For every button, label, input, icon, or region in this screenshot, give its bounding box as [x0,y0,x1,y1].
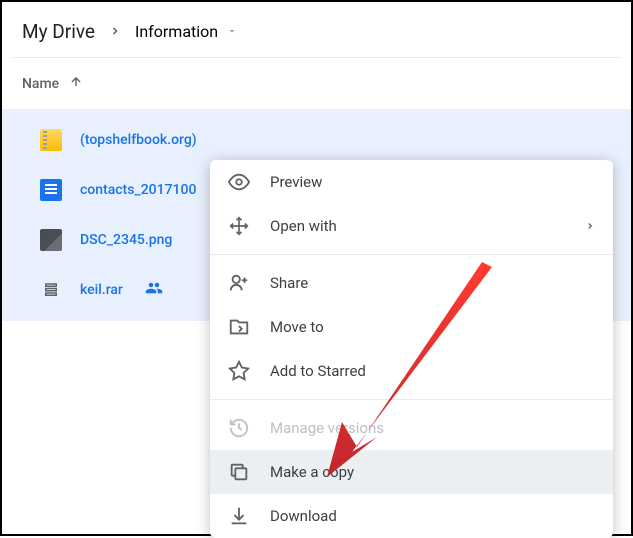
menu-label: Move to [270,318,595,336]
menu-label: Preview [270,173,595,191]
eye-icon [228,171,250,193]
menu-item-open-with[interactable]: Open with [210,204,613,248]
menu-label: Share [270,274,595,292]
copy-icon [228,461,250,483]
chevron-right-icon [109,22,121,41]
menu-item-manage-versions: Manage versions [210,406,613,450]
breadcrumb: My Drive Information [2,2,631,57]
menu-item-move-to[interactable]: Move to [210,305,613,349]
menu-item-make-a-copy[interactable]: Make a copy [210,450,613,494]
menu-label: Manage versions [270,419,595,437]
menu-divider [210,399,613,400]
file-name: contacts_2017100 [80,182,196,198]
zip-file-icon [40,129,62,151]
move-icon [228,215,250,237]
menu-label: Open with [270,217,565,235]
image-file-icon [40,229,62,251]
menu-item-download[interactable]: Download [210,494,613,538]
chevron-right-icon [585,217,595,235]
document-file-icon [40,179,62,201]
folder-move-icon [228,316,250,338]
column-name-label: Name [22,76,59,92]
history-icon [228,417,250,439]
column-header[interactable]: Name [2,58,631,109]
breadcrumb-current-label: Information [135,22,218,41]
menu-divider [210,254,613,255]
person-add-icon [228,272,250,294]
menu-label: Download [270,507,595,525]
file-name: (topshelfbook.org) [80,132,197,148]
menu-label: Add to Starred [270,362,595,380]
menu-label: Make a copy [270,463,595,481]
download-icon [228,505,250,527]
star-icon [228,360,250,382]
caret-down-icon [226,22,238,41]
file-name: DSC_2345.png [80,232,172,248]
menu-item-preview[interactable]: Preview [210,160,613,204]
breadcrumb-current[interactable]: Information [135,22,238,41]
archive-file-icon [40,279,62,301]
file-name: keil.rar [80,282,123,298]
menu-item-add-to-starred[interactable]: Add to Starred [210,349,613,393]
file-row[interactable]: (topshelfbook.org) [2,115,631,165]
shared-icon [145,279,163,301]
arrow-up-icon [69,74,83,93]
context-menu: Preview Open with Share Move to Add to S… [210,160,613,538]
breadcrumb-root[interactable]: My Drive [22,20,95,43]
menu-item-share[interactable]: Share [210,261,613,305]
